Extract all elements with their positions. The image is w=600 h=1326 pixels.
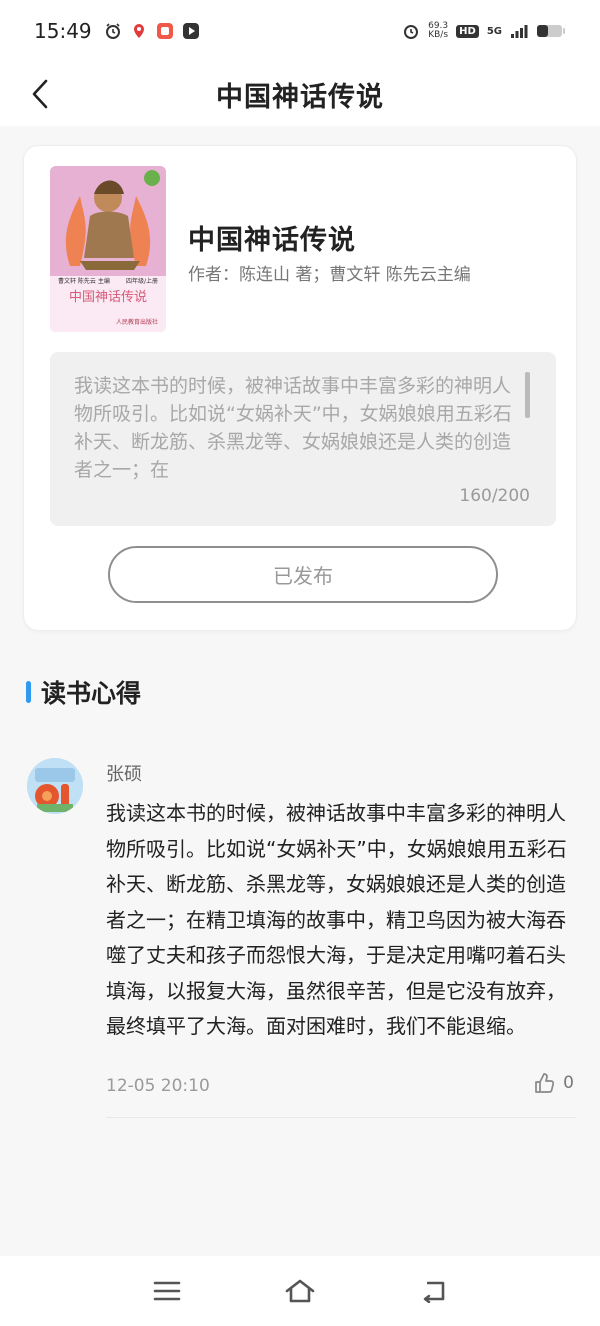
cover-publisher: 人民教育出版社 bbox=[115, 319, 158, 326]
hd-badge: HD bbox=[456, 24, 479, 38]
excerpt-text: 我读这本书的时候，被神话故事中丰富多彩的神明人物所吸引。比如说“女娲补天”中，女… bbox=[74, 375, 512, 481]
nav-back-button[interactable] bbox=[411, 1269, 455, 1313]
home-icon bbox=[285, 1279, 315, 1303]
alarm-icon bbox=[104, 22, 122, 40]
net-speed-unit: KB/s bbox=[428, 30, 449, 40]
cover-editors: 曹文轩 陈先云 主编 bbox=[58, 278, 110, 285]
back-button[interactable] bbox=[20, 74, 60, 114]
section-heading: 读书心得 bbox=[26, 672, 141, 712]
avatar[interactable] bbox=[27, 758, 83, 814]
alarm-icon bbox=[402, 22, 420, 40]
nav-menu-button[interactable] bbox=[145, 1269, 189, 1313]
status-right-icons: 69.3 KB/s HD 5G bbox=[402, 22, 566, 40]
excerpt-scrollbar[interactable] bbox=[525, 372, 530, 418]
battery-icon bbox=[536, 22, 566, 40]
signal-icon bbox=[510, 22, 528, 40]
review-timestamp: 12-05 20:10 bbox=[106, 1076, 210, 1096]
excerpt-textarea[interactable]: 我读这本书的时候，被神话故事中丰富多彩的神明人物所吸引。比如说“女娲补天”中，女… bbox=[50, 352, 556, 526]
divider bbox=[106, 1117, 576, 1118]
cover-grade: 四年级/上册 bbox=[125, 278, 158, 285]
book-title: 中国神话传说 bbox=[188, 225, 356, 256]
menu-icon bbox=[153, 1281, 180, 1301]
chevron-left-icon bbox=[32, 79, 48, 109]
book-cover-image: 曹文轩 陈先云 主编 四年级/上册 中国神话传说 人民教育出版社 bbox=[50, 166, 166, 332]
location-icon bbox=[130, 22, 148, 40]
status-bar: 15:49 69.3 KB/s HD 5G bbox=[0, 0, 600, 62]
review-user-name[interactable]: 张硕 bbox=[106, 760, 142, 786]
like-button[interactable]: 0 bbox=[533, 1072, 574, 1094]
cover-badge-icon bbox=[144, 170, 160, 186]
thumbs-up-icon bbox=[535, 1073, 555, 1093]
review-item: 张硕 我读这本书的时候，被神话故事中丰富多彩的神明人物所吸引。比如说“女娲补天”… bbox=[0, 746, 600, 1120]
page-title: 中国神话传说 bbox=[216, 81, 384, 113]
review-body: 我读这本书的时候，被神话故事中丰富多彩的神明人物所吸引。比如说“女娲补天”中，女… bbox=[106, 801, 567, 1038]
status-left-icons bbox=[104, 22, 200, 40]
back-icon bbox=[424, 1281, 445, 1303]
net-speed: 69.3 KB/s bbox=[428, 22, 448, 40]
app-header: 中国神话传说 bbox=[0, 62, 600, 126]
section-accent-bar bbox=[26, 681, 31, 703]
avatar-image bbox=[27, 758, 83, 814]
book-author: 作者：陈连山 著；曹文轩 陈先云主编 bbox=[188, 265, 471, 285]
network-type: 5G bbox=[486, 25, 502, 37]
section-title: 读书心得 bbox=[41, 679, 142, 708]
media-icon bbox=[182, 22, 200, 40]
status-time: 15:49 bbox=[34, 19, 92, 43]
cover-title: 中国神话传说 bbox=[68, 290, 147, 305]
excerpt-char-count: 160/200 bbox=[459, 486, 530, 506]
app-icon bbox=[156, 22, 174, 40]
nav-home-button[interactable] bbox=[278, 1269, 322, 1313]
system-nav-bar bbox=[0, 1256, 600, 1326]
like-count: 0 bbox=[563, 1073, 574, 1093]
published-button[interactable]: 已发布 bbox=[108, 546, 498, 603]
book-card: 曹文轩 陈先云 主编 四年级/上册 中国神话传说 人民教育出版社 中国神话传说 … bbox=[24, 146, 576, 630]
